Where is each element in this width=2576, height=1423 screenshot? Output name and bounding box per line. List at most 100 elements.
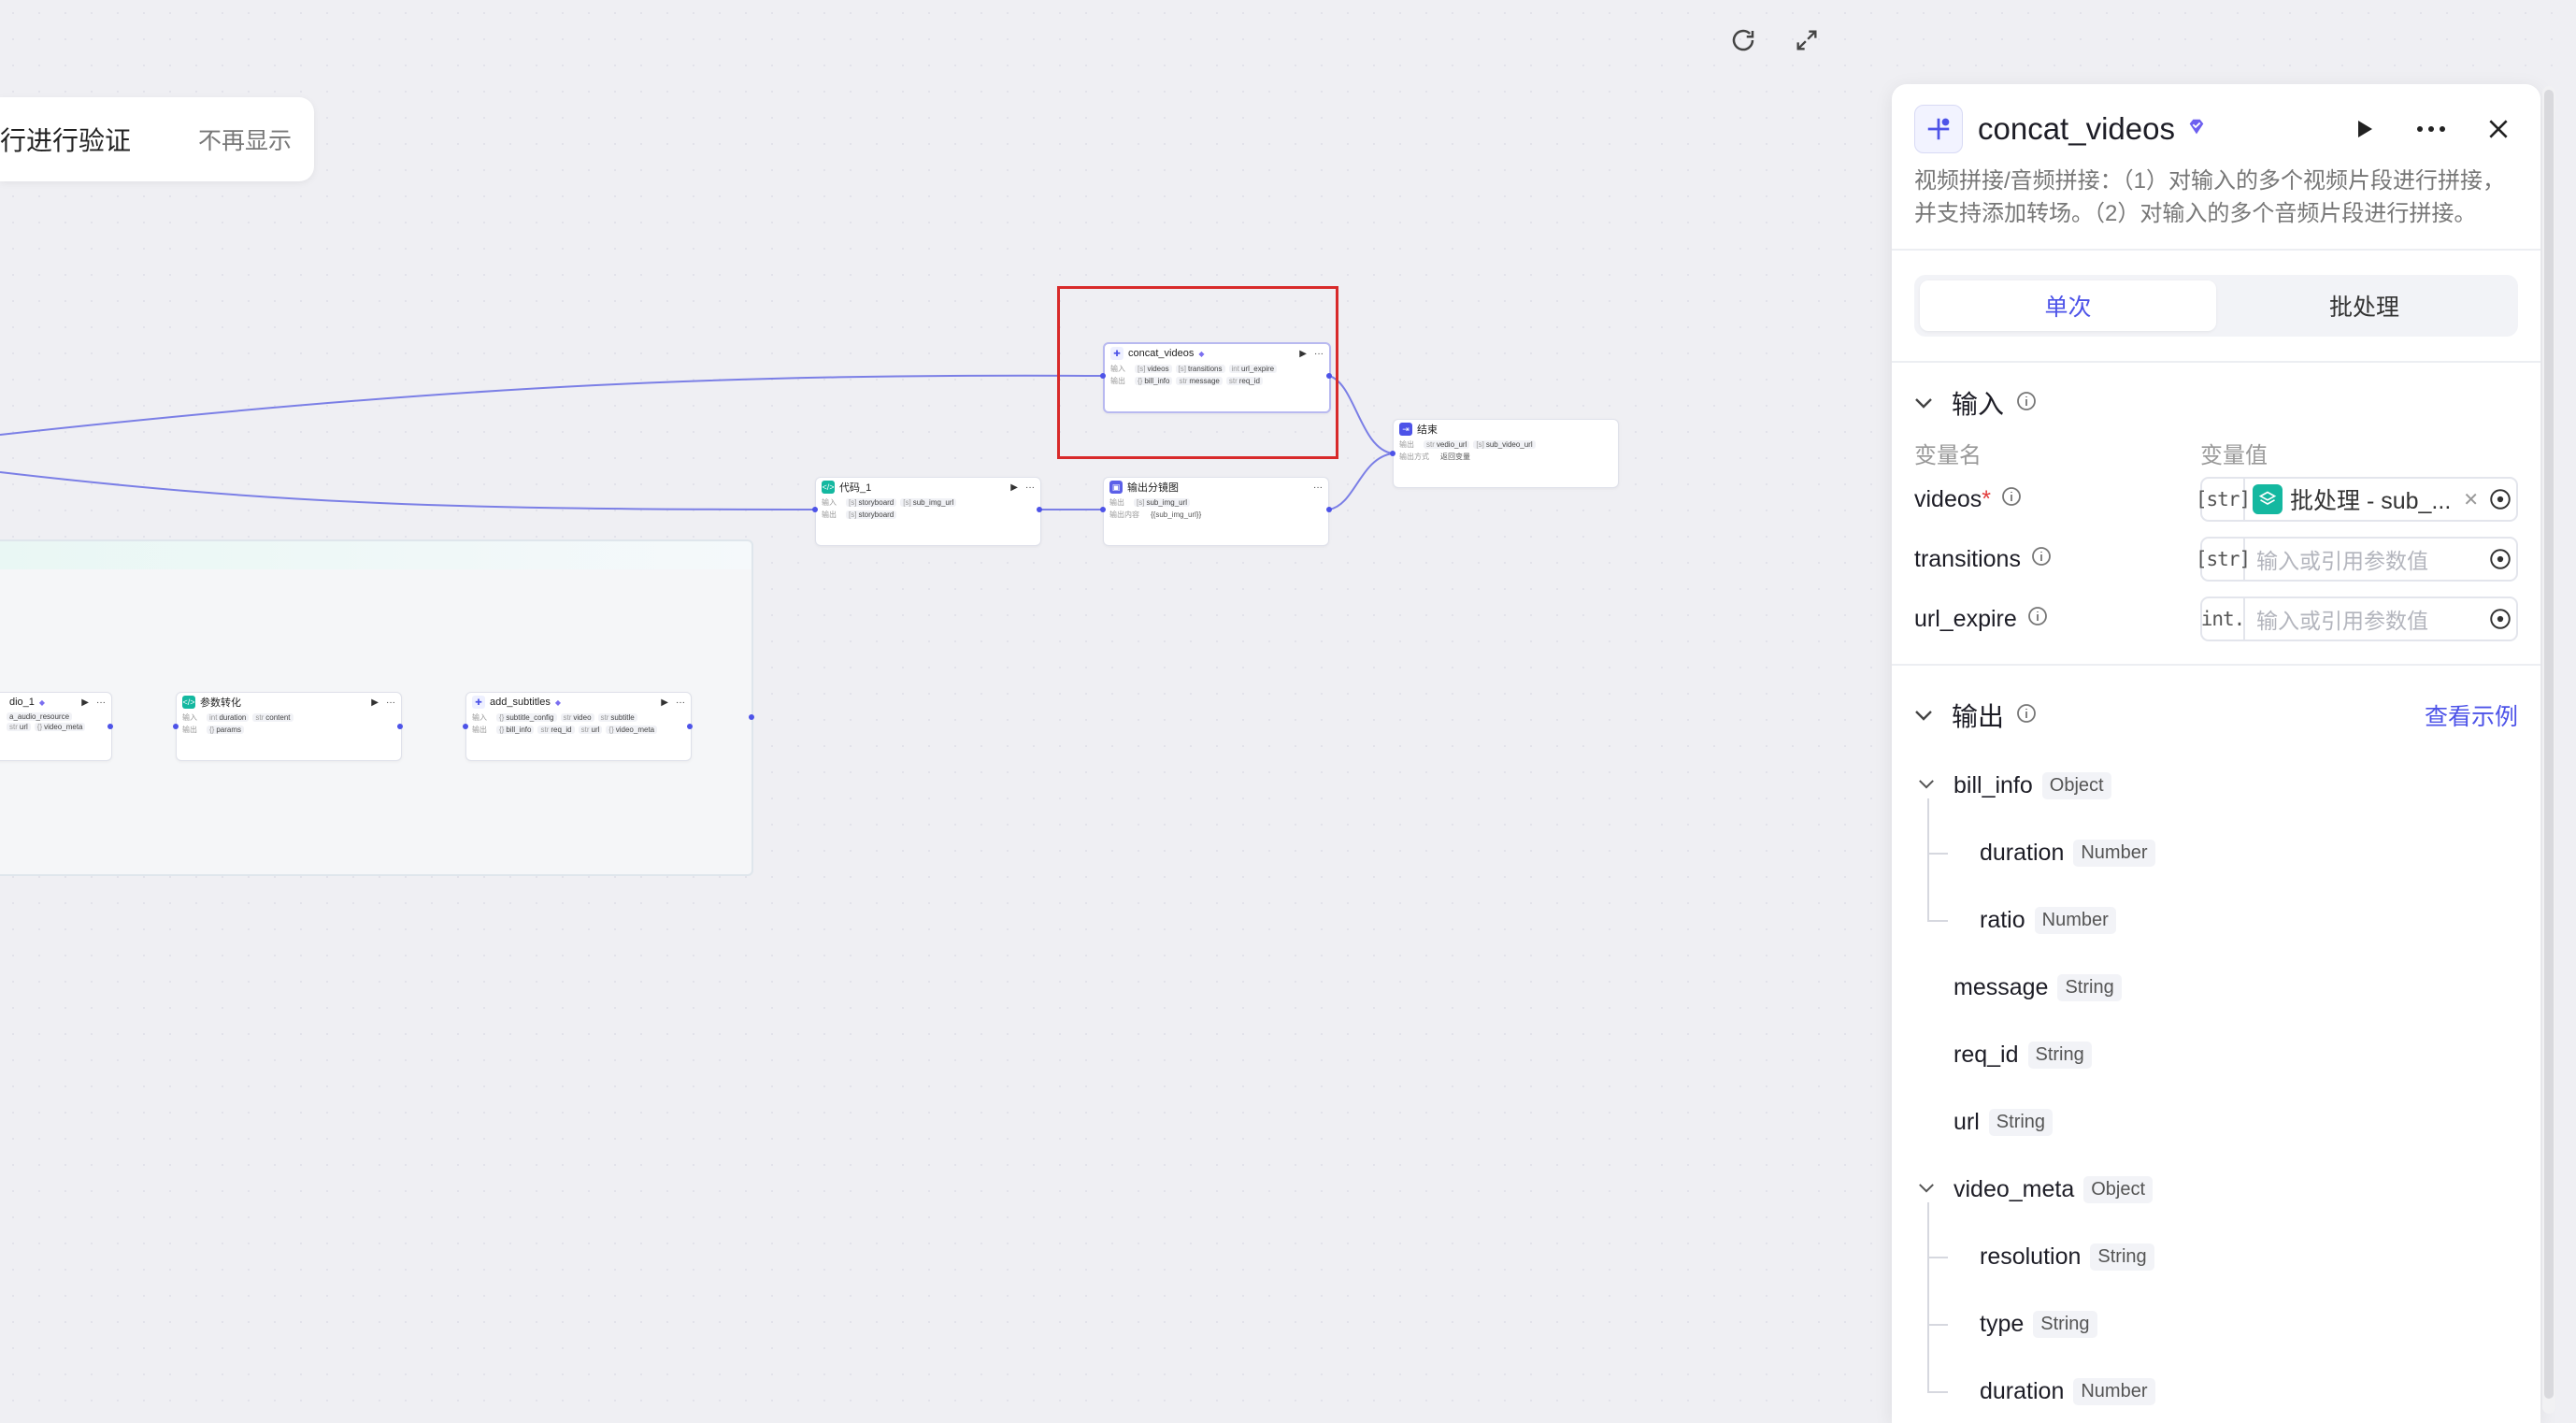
node-title: 参数转化 xyxy=(200,697,241,709)
chevron-down-icon[interactable] xyxy=(1918,1181,1935,1198)
validation-toast: 行进行验证 不再显示 xyxy=(0,97,314,181)
type-tag: int. xyxy=(2201,598,2245,640)
tab-batch[interactable]: 批处理 xyxy=(2216,280,2512,331)
output-type-badge: Number xyxy=(2034,906,2116,934)
group-end-port[interactable] xyxy=(749,714,754,720)
tree-connector xyxy=(1927,1391,1948,1393)
input-section-title: 输入 xyxy=(1952,390,2005,419)
tab-single[interactable]: 单次 xyxy=(1920,280,2216,331)
output-port[interactable] xyxy=(107,724,113,729)
verified-icon: ◆ xyxy=(554,697,561,707)
input-column-header: 变量名 变量值 xyxy=(1892,436,2540,469)
input-port[interactable] xyxy=(812,507,818,512)
output-name: ratio xyxy=(1980,906,2025,933)
tree-connector xyxy=(1927,798,1929,920)
output-row[interactable]: video_meta Object xyxy=(1892,1156,2540,1223)
node-end[interactable]: ⇥ 结束 输出 str vedio_url [s] sub_video_url 输出… xyxy=(1393,419,1619,488)
more-icon[interactable]: ··· xyxy=(676,697,685,708)
output-row[interactable]: bill_info Object xyxy=(1892,752,2540,819)
output-port[interactable] xyxy=(687,724,693,729)
output-port[interactable] xyxy=(397,724,403,729)
output-port[interactable] xyxy=(1037,507,1042,512)
more-icon[interactable]: ··· xyxy=(1313,482,1323,493)
output-chip: str req_id xyxy=(537,726,575,734)
batch-icon xyxy=(2253,484,2283,514)
toast-dismiss-button[interactable]: 不再显示 xyxy=(198,122,292,156)
node-add-subtitles[interactable]: ✚ add_subtitles ◆ ▶ ··· 输入 {} subtitle_con… xyxy=(465,692,692,761)
tree-connector xyxy=(1927,1202,1929,1391)
more-icon[interactable]: ··· xyxy=(386,697,395,708)
output-row: resolution String xyxy=(1892,1223,2540,1290)
node-code-1[interactable]: </> 代码_1 ▶ ··· 输入 [s] storyboard [s] sub_im… xyxy=(815,477,1041,546)
panel-scrollbar[interactable] xyxy=(2542,86,2555,1414)
input-port[interactable] xyxy=(173,724,179,729)
output-chip: [s] sub_video_url xyxy=(1473,440,1536,449)
more-icon[interactable]: ··· xyxy=(96,697,106,708)
info-icon[interactable] xyxy=(2015,702,2038,729)
tree-connector xyxy=(1927,920,1948,922)
verified-icon: ◆ xyxy=(38,697,46,707)
input-section-header[interactable]: 输入 xyxy=(1892,374,2540,432)
row-label: 输出 xyxy=(1399,440,1414,449)
input-chip: str content xyxy=(252,713,293,722)
info-icon[interactable] xyxy=(2026,605,2049,634)
view-example-link[interactable]: 查看示例 xyxy=(2425,698,2518,732)
output-name: bill_info xyxy=(1953,771,2033,798)
clear-icon[interactable]: ✕ xyxy=(2463,488,2479,511)
reference-value: 批处理 - sub_... xyxy=(2290,488,2452,514)
output-chip: {} video_meta xyxy=(606,726,658,734)
output-row: url String xyxy=(1892,1088,2540,1156)
group-header xyxy=(0,541,751,569)
fullscreen-icon[interactable] xyxy=(1791,24,1823,56)
more-icon[interactable] xyxy=(2415,113,2447,145)
output-section-header[interactable]: 输出 查看示例 xyxy=(1892,686,2540,744)
refresh-icon[interactable] xyxy=(1727,24,1759,56)
node-output-storyboard[interactable]: ▣ 输出分镜图 ··· 输出 [s] sub_img_url 输出内容 {{sub… xyxy=(1103,477,1329,546)
output-type-badge: String xyxy=(2090,1243,2154,1271)
output-port[interactable] xyxy=(1326,507,1332,512)
input-name: videos * xyxy=(1914,485,2023,514)
input-chip: [s] sub_img_url xyxy=(900,498,957,507)
info-icon[interactable] xyxy=(2030,545,2053,574)
input-port[interactable] xyxy=(1390,451,1395,456)
reference-icon[interactable] xyxy=(2484,607,2516,631)
node-audio-1[interactable]: dio_1 ◆ ▶ ··· a_audio_resource str url {} v… xyxy=(0,692,112,761)
input-port[interactable] xyxy=(1100,507,1106,512)
info-icon[interactable] xyxy=(2015,390,2038,417)
info-icon[interactable] xyxy=(2000,485,2023,514)
tree-connector xyxy=(1927,1324,1948,1326)
chevron-down-icon[interactable] xyxy=(1914,397,1935,409)
close-icon[interactable] xyxy=(2483,113,2514,145)
output-type-badge: String xyxy=(2033,1310,2097,1338)
videos-value-field[interactable]: [str] 批处理 - sub_... ✕ xyxy=(2196,477,2518,522)
chevron-down-icon[interactable] xyxy=(1918,777,1935,794)
play-icon[interactable]: ▶ xyxy=(371,697,379,708)
row-value: 返回变量 xyxy=(1440,453,1470,461)
reference-icon[interactable] xyxy=(2484,487,2516,511)
output-type-badge: Object xyxy=(2041,771,2111,799)
play-icon[interactable]: ▶ xyxy=(81,697,89,708)
play-icon[interactable]: ▶ xyxy=(661,697,668,708)
transitions-value-field[interactable]: [str] 输入或引用参数值 xyxy=(2196,537,2518,582)
more-icon[interactable]: ··· xyxy=(1025,482,1035,493)
end-icon: ⇥ xyxy=(1399,423,1412,436)
output-section-title: 输出 xyxy=(1952,702,2005,731)
play-icon[interactable]: ▶ xyxy=(1010,482,1018,493)
chevron-down-icon[interactable] xyxy=(1914,710,1935,721)
reference-icon[interactable] xyxy=(2484,547,2516,571)
output-name: type xyxy=(1980,1310,2025,1337)
placeholder: 输入或引用参数值 xyxy=(2256,549,2428,573)
node-param-convert[interactable]: </> 参数转化 ▶ ··· 输入 int duration str content … xyxy=(176,692,402,761)
divider xyxy=(1892,361,2540,363)
input-row-videos: videos * [str] 批处理 - sub_... ✕ xyxy=(1892,469,2540,529)
url-expire-value-field[interactable]: int. 输入或引用参数值 xyxy=(2200,597,2518,641)
row-label: 输出 xyxy=(1109,498,1124,507)
output-name: resolution xyxy=(1980,1243,2082,1270)
input-port[interactable] xyxy=(463,724,468,729)
row-label: 输出 xyxy=(472,726,487,734)
panel-description: 视频拼接/音频拼接：（1）对输入的多个视频片段进行拼接，并支持添加转场。（2）对… xyxy=(1914,168,2506,226)
play-icon[interactable] xyxy=(2348,113,2380,145)
output-type-badge: String xyxy=(1988,1108,2054,1136)
scrollbar-thumb[interactable] xyxy=(2544,90,2554,1399)
col-value-label: 变量值 xyxy=(2200,442,2268,468)
